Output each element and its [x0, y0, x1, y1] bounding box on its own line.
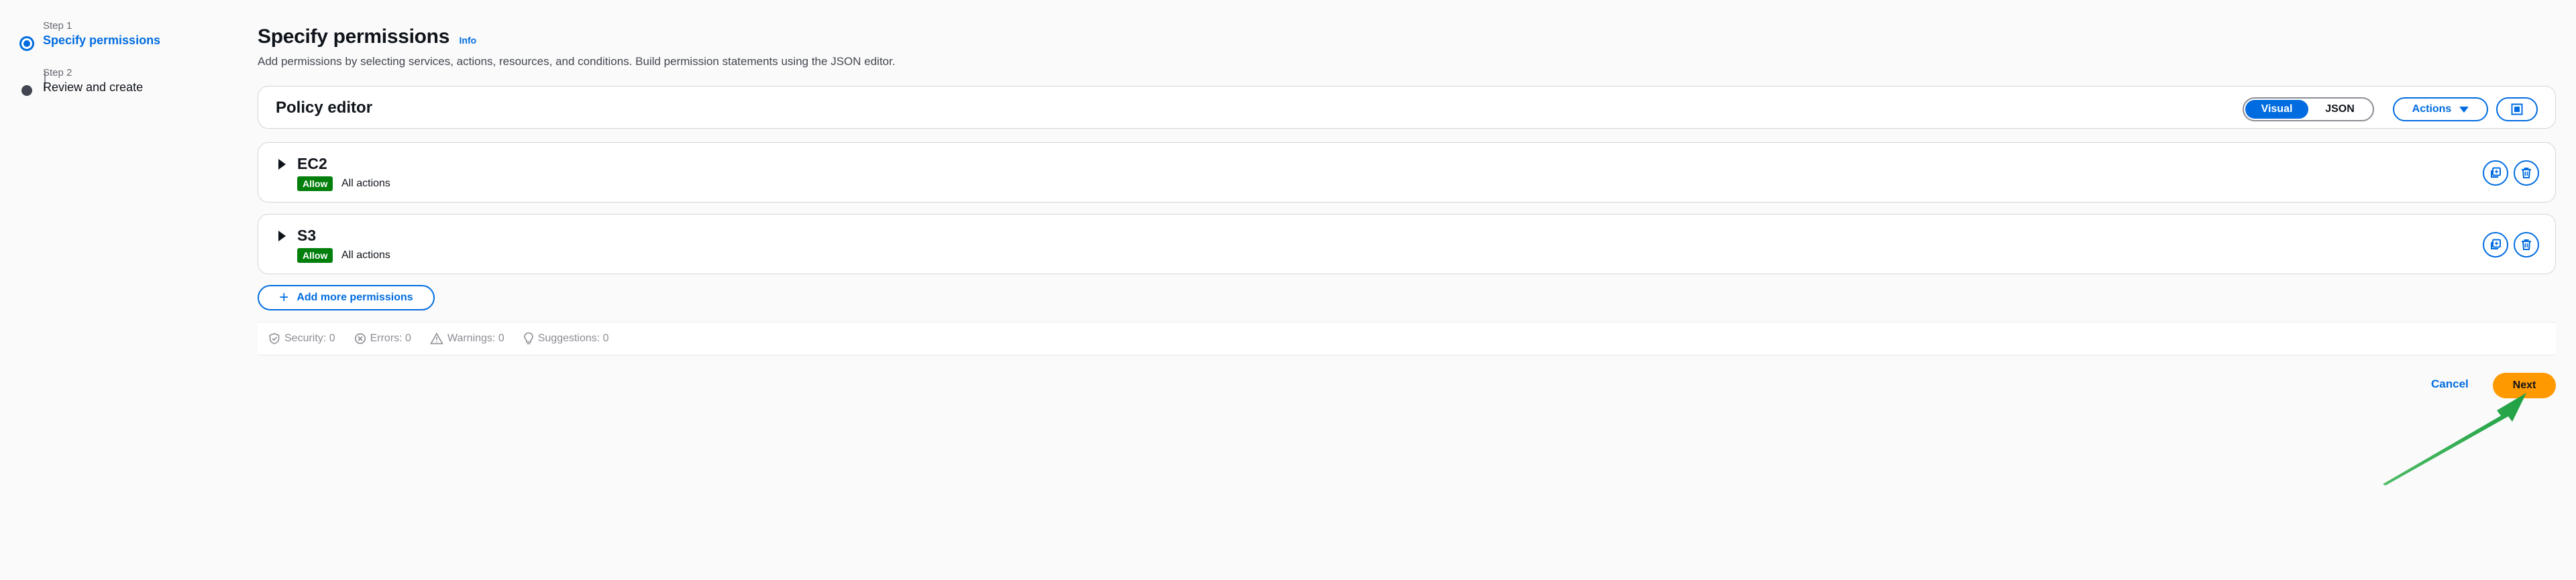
visual-mode-button[interactable]: Visual [2245, 100, 2308, 119]
service-name[interactable]: S3 [297, 227, 316, 245]
error-icon [354, 333, 366, 344]
json-mode-button[interactable]: JSON [2308, 100, 2371, 119]
cancel-button[interactable]: Cancel [2431, 378, 2469, 391]
expand-caret-icon[interactable] [278, 231, 286, 241]
fullscreen-button[interactable] [2496, 97, 2538, 121]
security-status[interactable]: Security: 0 [268, 333, 335, 345]
security-count: Security: 0 [284, 333, 335, 344]
step-inactive-icon [21, 85, 32, 96]
wizard-step-2: Step 2 Review and create [17, 67, 219, 114]
add-permissions-label: Add more permissions [297, 292, 413, 303]
trash-icon [2522, 239, 2531, 250]
info-link[interactable]: Info [460, 35, 477, 46]
policy-editor-header: Policy editor Visual JSON Actions [258, 86, 2556, 129]
service-actions-summary: All actions [341, 249, 390, 261]
effect-badge: Allow [297, 248, 333, 263]
effect-badge: Allow [297, 176, 333, 191]
fullscreen-icon [2511, 103, 2523, 115]
duplicate-icon [2491, 167, 2501, 178]
duplicate-button[interactable] [2483, 160, 2508, 186]
expand-caret-icon[interactable] [278, 159, 286, 170]
suggestions-count: Suggestions: 0 [537, 333, 609, 344]
step-number: Step 2 [43, 67, 72, 78]
trash-icon [2522, 168, 2531, 178]
editor-mode-toggle: Visual JSON [2243, 97, 2374, 121]
service-block-s3: S3 Allow All actions [258, 214, 2556, 274]
next-button[interactable]: Next [2493, 373, 2556, 398]
service-actions-summary: All actions [341, 178, 390, 189]
wizard-step-1[interactable]: Step 1 Specify permissions [17, 20, 219, 67]
page-title: Specify permissions [258, 25, 450, 48]
errors-status[interactable]: Errors: 0 [354, 333, 411, 345]
duplicate-button[interactable] [2483, 232, 2508, 257]
policy-editor-title: Policy editor [276, 99, 373, 117]
page-description: Add permissions by selecting services, a… [258, 55, 896, 68]
warning-icon [430, 333, 443, 345]
delete-button[interactable] [2514, 232, 2539, 257]
shield-icon [269, 333, 280, 345]
page: Step 1 Specify permissions Step 2 Review… [0, 0, 2576, 580]
step-number: Step 1 [43, 20, 72, 32]
validation-status-bar: Security: 0 Errors: 0 Warnings: 0 Sugges… [258, 322, 2556, 355]
warnings-status[interactable]: Warnings: 0 [430, 333, 504, 345]
add-more-permissions-button[interactable]: + Add more permissions [258, 285, 435, 310]
duplicate-icon [2491, 239, 2501, 249]
suggestions-status[interactable]: Suggestions: 0 [523, 332, 609, 345]
step-active-icon [19, 36, 34, 51]
step-title: Review and create [43, 80, 144, 94]
step-title[interactable]: Specify permissions [43, 32, 219, 48]
errors-count: Errors: 0 [370, 333, 411, 344]
actions-label: Actions [2412, 103, 2452, 115]
page-header: Specify permissions Info Add permissions… [258, 25, 2556, 68]
warnings-count: Warnings: 0 [447, 333, 504, 344]
service-block-ec2: EC2 Allow All actions [258, 142, 2556, 202]
wizard-steps: Step 1 Specify permissions Step 2 Review… [17, 20, 219, 114]
lightbulb-icon [523, 332, 533, 345]
delete-button[interactable] [2514, 160, 2539, 186]
caret-down-icon [2459, 106, 2469, 113]
plus-icon: + [279, 288, 289, 306]
actions-dropdown-button[interactable]: Actions [2393, 97, 2488, 121]
service-name[interactable]: EC2 [297, 155, 327, 173]
